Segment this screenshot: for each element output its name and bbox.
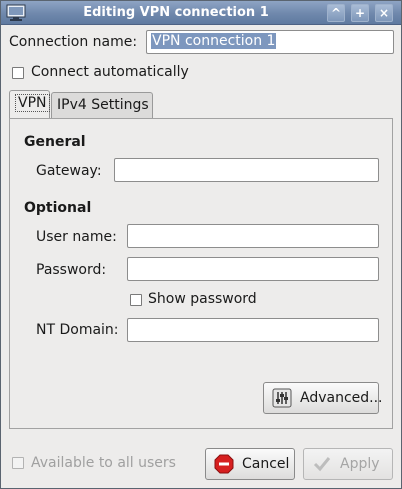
tab-vpn-label: VPN — [15, 94, 50, 112]
nt-domain-label: NT Domain: — [36, 322, 119, 338]
shade-button[interactable]: ^ — [327, 4, 345, 22]
vpn-editor-window: Editing VPN connection 1 ^ + × Connectio… — [0, 0, 402, 489]
tab-vpn[interactable]: VPN — [9, 90, 50, 118]
window-title: Editing VPN connection 1 — [83, 5, 269, 20]
nt-domain-input[interactable] — [127, 318, 379, 342]
gateway-input[interactable] — [114, 158, 379, 182]
maximize-button[interactable]: + — [351, 4, 369, 22]
show-password-checkbox[interactable] — [130, 294, 142, 306]
apply-button[interactable]: Apply — [303, 448, 393, 480]
available-all-users-checkbox[interactable] — [12, 457, 24, 469]
available-all-users-label[interactable]: Available to all users — [31, 455, 176, 471]
advanced-button-label: Advanced... — [300, 390, 383, 406]
vpn-tab-panel: General Gateway: Optional User name: Pas… — [9, 118, 393, 429]
tab-ipv4-label: IPv4 Settings — [57, 97, 149, 113]
apply-button-label: Apply — [340, 456, 380, 472]
connection-name-label: Connection name: — [9, 34, 138, 50]
tab-ipv4-settings[interactable]: IPv4 Settings — [51, 92, 153, 118]
password-input[interactable] — [127, 257, 379, 281]
checkmark-icon — [312, 454, 332, 474]
connection-name-input[interactable]: VPN connection 1 — [146, 30, 394, 54]
username-input[interactable] — [127, 224, 379, 248]
optional-heading: Optional — [24, 200, 92, 216]
title-bar[interactable]: Editing VPN connection 1 ^ + × — [1, 1, 401, 25]
network-monitor-icon[interactable] — [5, 4, 27, 22]
gateway-label: Gateway: — [36, 163, 102, 179]
show-password-label[interactable]: Show password — [148, 291, 257, 307]
settings-sliders-icon — [272, 388, 292, 408]
general-heading: General — [24, 134, 86, 150]
advanced-button[interactable]: Advanced... — [263, 382, 383, 414]
cancel-button-label: Cancel — [242, 456, 290, 472]
connect-automatically-label[interactable]: Connect automatically — [31, 64, 189, 80]
password-label: Password: — [36, 262, 107, 278]
connect-automatically-checkbox[interactable] — [12, 67, 24, 79]
connection-name-value: VPN connection 1 — [151, 33, 277, 49]
close-button[interactable]: × — [375, 4, 393, 22]
cancel-button[interactable]: Cancel — [205, 448, 295, 480]
username-label: User name: — [36, 229, 117, 245]
cancel-stop-icon — [214, 454, 234, 474]
